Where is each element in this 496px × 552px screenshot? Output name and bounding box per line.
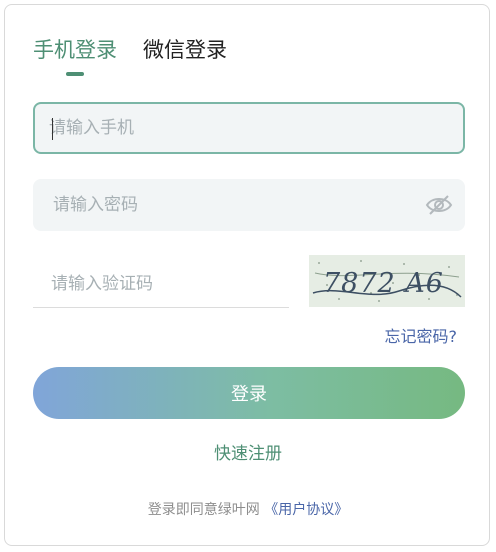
agreement-text: 登录即同意绿叶网 《用户协议》	[5, 499, 491, 519]
tab-phone-login[interactable]: 手机登录	[33, 37, 117, 63]
captcha-input[interactable]	[33, 261, 289, 307]
captcha-noise: 7872 A6	[309, 255, 465, 307]
text-caret	[52, 118, 53, 140]
phone-field[interactable]	[33, 102, 465, 154]
user-agreement-link[interactable]: 《用户协议》	[264, 502, 348, 518]
eye-off-icon[interactable]	[425, 193, 453, 217]
password-field[interactable]	[33, 179, 465, 231]
captcha-image[interactable]: 7872 A6	[309, 255, 465, 307]
active-tab-indicator	[66, 72, 84, 76]
phone-input[interactable]	[35, 104, 463, 152]
captcha-field[interactable]	[33, 261, 289, 308]
tab-wechat-login[interactable]: 微信登录	[143, 37, 227, 63]
captcha-code: 7872 A6	[323, 268, 444, 299]
password-input[interactable]	[33, 179, 465, 231]
quick-register-link[interactable]: 快速注册	[5, 439, 491, 464]
login-card: 手机登录 微信登录 7872 A6 忘	[4, 4, 490, 546]
forgot-password-link[interactable]: 忘记密码?	[385, 323, 458, 347]
agreement-prefix: 登录即同意绿叶网	[147, 502, 260, 518]
login-button[interactable]: 登录	[33, 367, 465, 419]
